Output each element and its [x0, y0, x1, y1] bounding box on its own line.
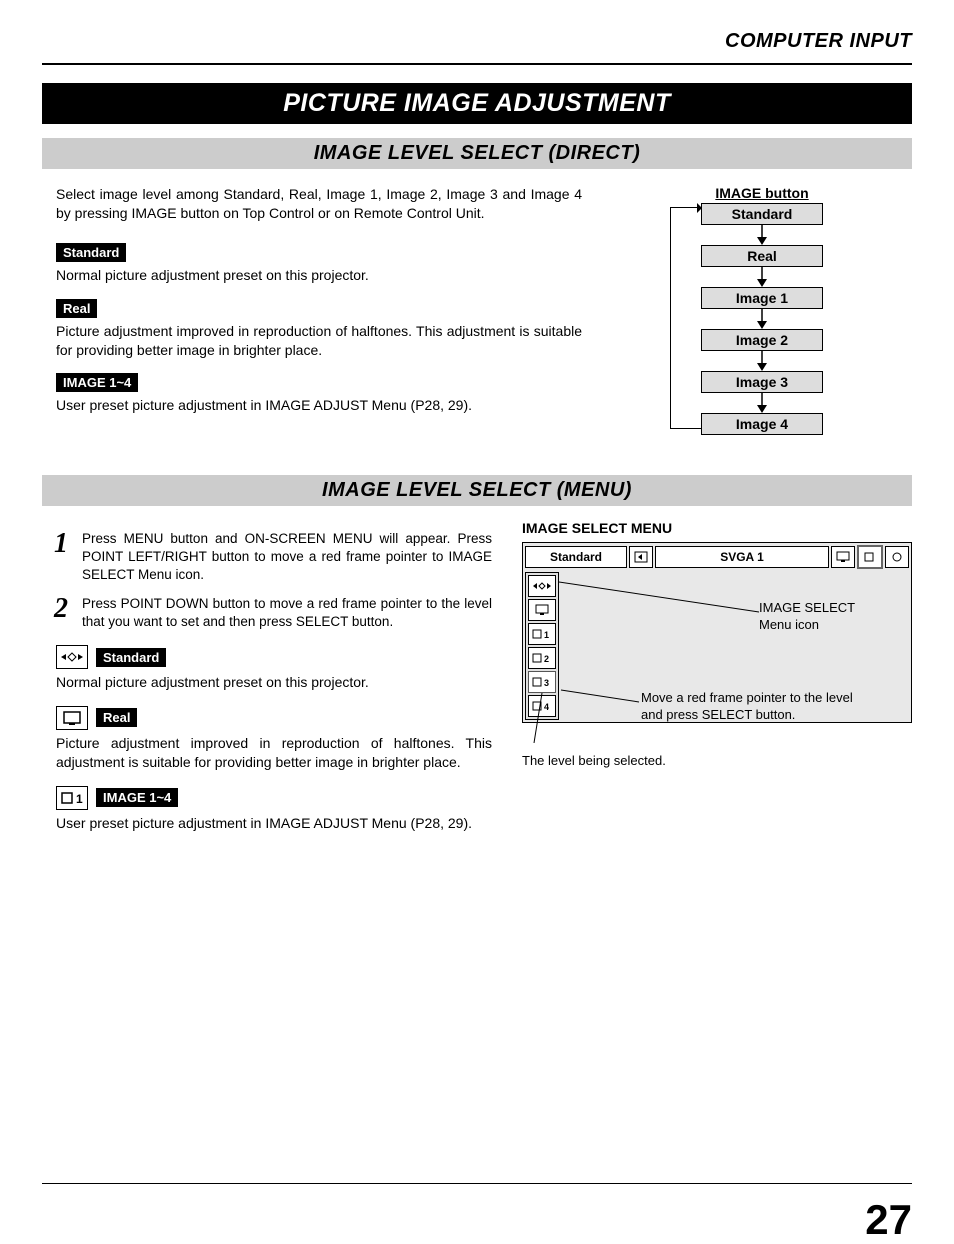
label-real: Real — [56, 299, 97, 318]
step-number-1: 1 — [42, 530, 68, 558]
standard-icon — [56, 645, 88, 669]
osd-setting-icon — [885, 546, 909, 568]
intro-text: Select image level among Standard, Real,… — [56, 185, 582, 223]
osd-imagesel-icon — [857, 545, 883, 569]
page-number: 27 — [865, 1196, 912, 1244]
page-title: PICTURE IMAGE ADJUSTMENT — [42, 83, 912, 124]
flow-diagram: IMAGE button Standard Real Image 1 Image… — [672, 185, 852, 435]
osd-caption: The level being selected. — [522, 753, 912, 768]
label-standard-menu: Standard — [96, 648, 166, 667]
image1-icon: 1 — [56, 786, 88, 810]
label-image14-menu: IMAGE 1~4 — [96, 788, 178, 807]
section-heading-menu: IMAGE LEVEL SELECT (MENU) — [42, 475, 912, 506]
section-header: COMPUTER INPUT — [42, 30, 912, 53]
osd-item-real — [528, 599, 556, 621]
callout-1: IMAGE SELECT Menu icon — [759, 600, 879, 634]
osd-item-3: 3 — [528, 671, 556, 693]
callout-2: Move a red frame pointer to the level an… — [641, 690, 861, 724]
flow-box-2: Image 1 — [701, 287, 823, 309]
svg-text:2: 2 — [544, 654, 549, 664]
flow-box-0: Standard — [701, 203, 823, 225]
footer-rule — [42, 1183, 912, 1184]
desc-real: Picture adjustment improved in reproduct… — [56, 322, 582, 360]
label-standard: Standard — [56, 243, 126, 262]
label-real-menu: Real — [96, 708, 137, 727]
step-number-2: 2 — [42, 595, 68, 623]
svg-text:1: 1 — [76, 792, 83, 806]
desc-standard: Normal picture adjustment preset on this… — [56, 266, 582, 285]
desc-real-menu: Picture adjustment improved in reproduct… — [56, 734, 492, 772]
osd-item-1: 1 — [528, 623, 556, 645]
osd-item-2: 2 — [528, 647, 556, 669]
menu-title: IMAGE SELECT MENU — [522, 520, 912, 536]
arrow-down-icon — [755, 225, 769, 245]
osd-display-icon — [831, 546, 855, 568]
section-heading-direct: IMAGE LEVEL SELECT (DIRECT) — [42, 138, 912, 169]
desc-image14: User preset picture adjustment in IMAGE … — [56, 396, 582, 415]
desc-standard-menu: Normal picture adjustment preset on this… — [56, 673, 492, 692]
flow-box-4: Image 3 — [701, 371, 823, 393]
flow-box-5: Image 4 — [701, 413, 823, 435]
real-icon — [56, 706, 88, 730]
arrow-down-icon — [755, 267, 769, 287]
flow-head: IMAGE button — [672, 185, 852, 201]
desc-image14-menu: User preset picture adjustment in IMAGE … — [56, 814, 492, 833]
osd-top-label: Standard — [525, 546, 627, 568]
osd-screenshot: Standard SVGA 1 — [522, 542, 912, 723]
flow-box-1: Real — [701, 245, 823, 267]
label-image14: IMAGE 1~4 — [56, 373, 138, 392]
arrow-down-icon — [755, 309, 769, 329]
arrow-down-icon — [755, 393, 769, 413]
osd-item-std — [528, 575, 556, 597]
step-text-2: Press POINT DOWN button to move a red fr… — [82, 595, 492, 631]
callout-line-3 — [532, 693, 552, 743]
svg-text:3: 3 — [544, 678, 549, 688]
header-underline — [42, 63, 912, 65]
arrow-down-icon — [755, 351, 769, 371]
step-text-1: Press MENU button and ON-SCREEN MENU wil… — [82, 530, 492, 585]
osd-signal: SVGA 1 — [655, 546, 829, 568]
svg-text:1: 1 — [544, 630, 549, 640]
flow-box-3: Image 2 — [701, 329, 823, 351]
osd-input-icon — [629, 546, 653, 568]
